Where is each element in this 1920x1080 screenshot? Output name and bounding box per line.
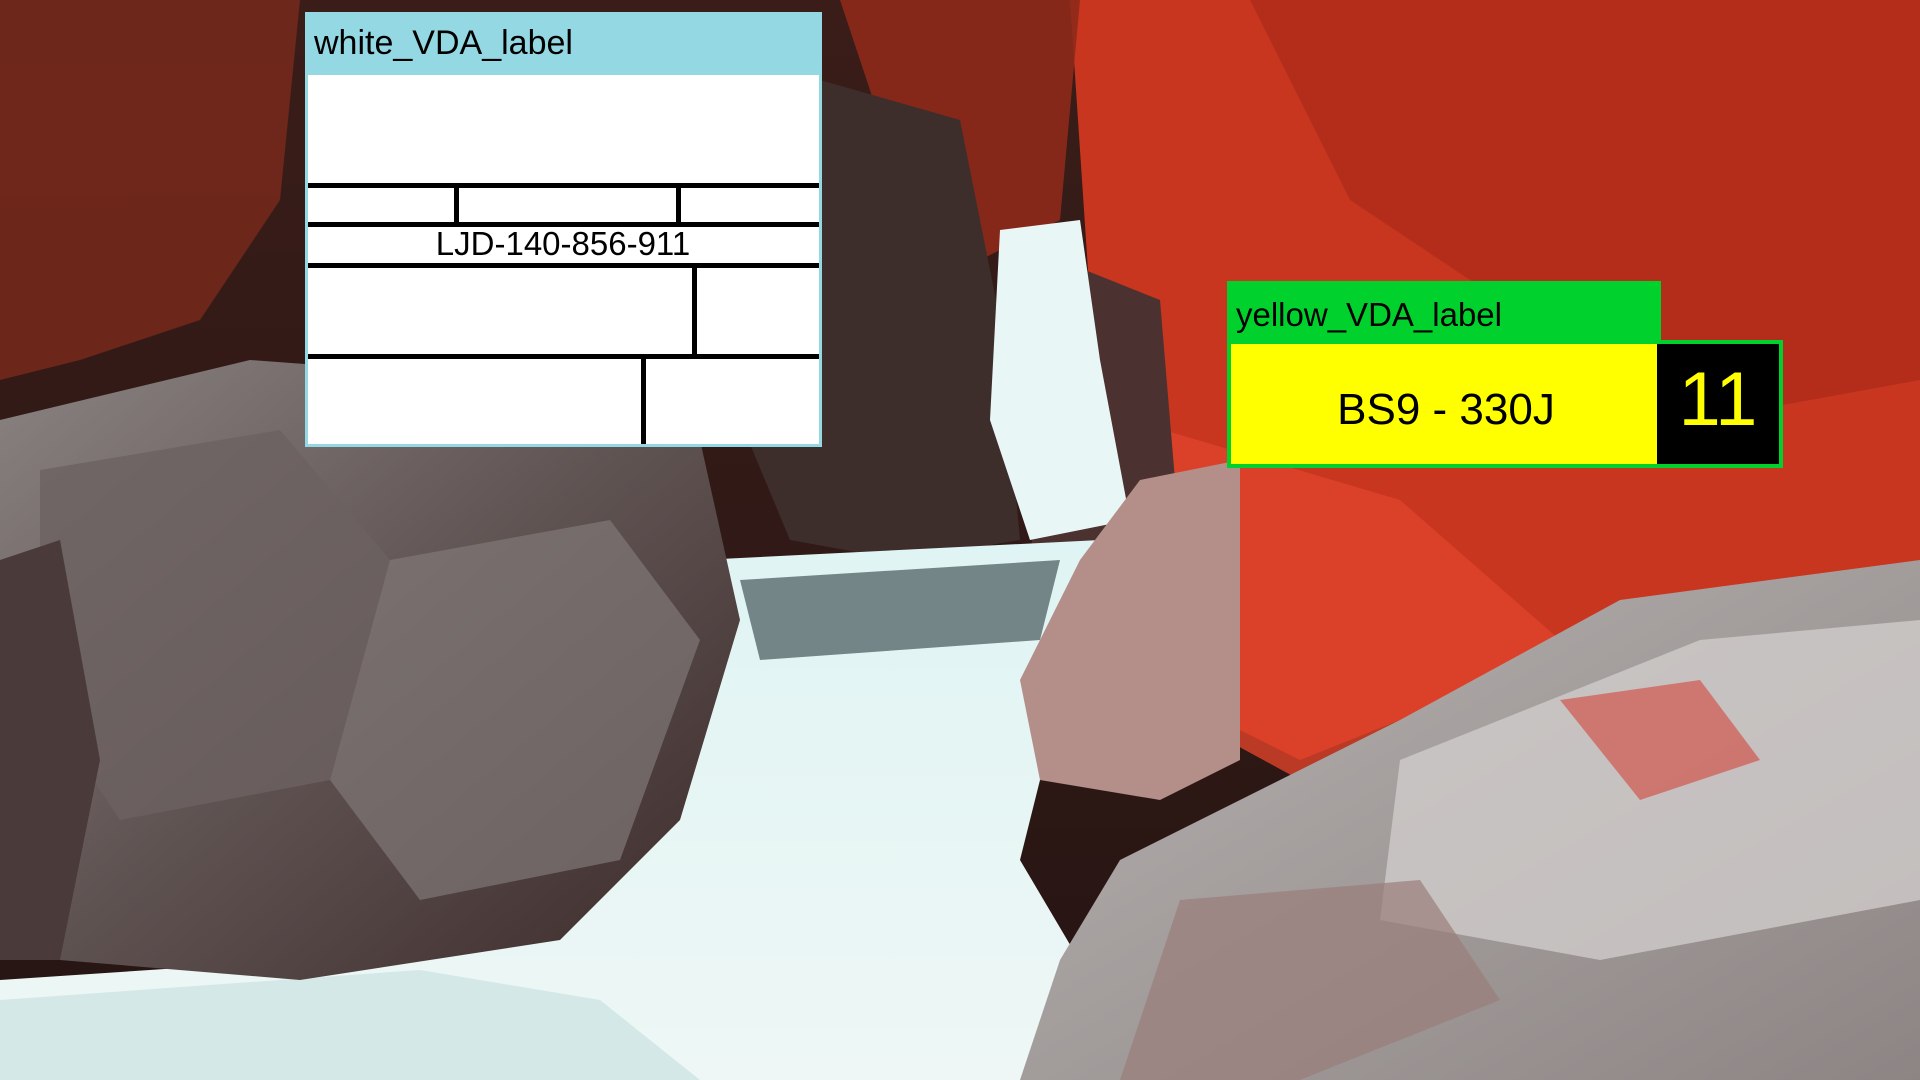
yellow-vda-label[interactable]: BS9 - 330J 11 yellow_VDA_label <box>1227 281 1783 468</box>
yellow-vda-label-title: yellow_VDA_label <box>1227 281 1661 344</box>
label-code: LJD-140-856-911 <box>435 225 691 262</box>
label-number-box: 11 <box>1657 344 1779 464</box>
label-divider <box>308 354 819 359</box>
label-number: 11 <box>1678 357 1758 442</box>
label-divider <box>692 263 697 356</box>
label-divider <box>454 183 459 224</box>
label-divider <box>676 183 681 224</box>
river-gorge-background <box>0 0 1920 1080</box>
white-vda-label-title: white_VDA_label <box>305 12 822 72</box>
label-divider <box>308 183 819 188</box>
white-vda-label-body: LJD-140-856-911 <box>305 72 822 447</box>
label-divider <box>641 354 646 444</box>
white-vda-label[interactable]: white_VDA_label LJD-140-856-911 <box>305 12 822 447</box>
plate-number: BS9 - 330J <box>1337 385 1555 434</box>
yellow-vda-label-body: BS9 - 330J 11 <box>1227 340 1783 468</box>
label-divider <box>308 263 819 268</box>
